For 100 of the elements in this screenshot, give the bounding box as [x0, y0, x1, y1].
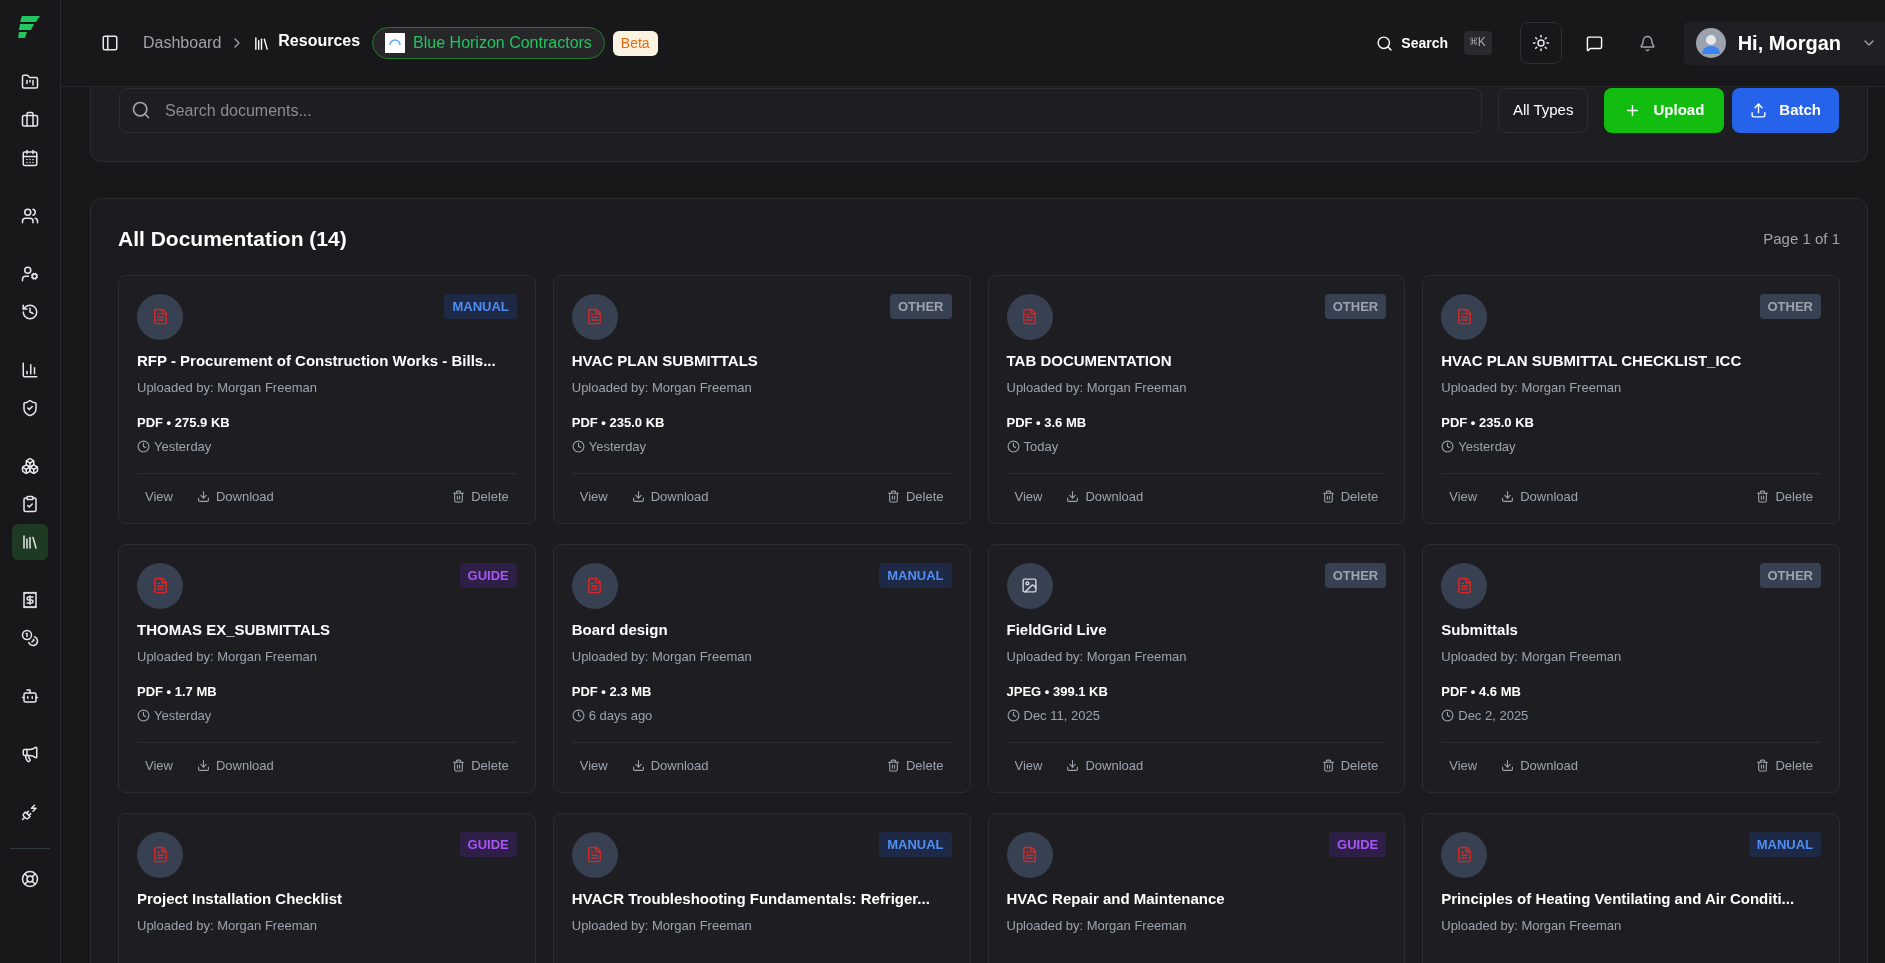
view-button[interactable]: View — [1441, 483, 1486, 511]
document-title[interactable]: FieldGrid Live — [1006, 618, 1387, 641]
delete-button[interactable]: Delete — [1748, 752, 1821, 780]
view-button[interactable]: View — [137, 483, 181, 511]
uploader-text: Uploaded by: Morgan Freeman — [1006, 378, 1188, 397]
document-title[interactable]: THOMAS EX_SUBMITTALS — [137, 618, 517, 641]
document-title[interactable]: HVAC PLAN SUBMITTAL CHECKLIST_ICC — [1441, 349, 1821, 372]
upload-date: Dec 2, 2025 — [1458, 706, 1529, 725]
category-tag: MANUAL — [879, 831, 952, 857]
delete-button[interactable]: Delete — [878, 752, 952, 780]
upload-date: Yesterday — [154, 437, 212, 456]
category-tag: OTHER — [1759, 562, 1821, 588]
type-filter-button[interactable]: All Types — [1497, 88, 1589, 133]
trash-icon — [1321, 490, 1335, 504]
megaphone-icon — [21, 745, 39, 763]
category-tag: OTHER — [1324, 562, 1387, 588]
view-button[interactable]: View — [1006, 752, 1051, 780]
view-button[interactable]: View — [137, 752, 181, 780]
uploader-text: Uploaded by: Morgan Freeman — [571, 647, 753, 666]
search-button[interactable]: Search — [1376, 32, 1448, 54]
delete-button[interactable]: Delete — [1313, 483, 1387, 511]
document-title[interactable]: TAB DOCUMENTATION — [1006, 349, 1387, 372]
upload-date: Today — [1023, 437, 1059, 456]
library-icon — [253, 34, 271, 52]
users-icon — [21, 207, 39, 225]
clock-icon — [137, 708, 150, 722]
file-meta: JPEG • 399.1 KB — [1006, 683, 1109, 701]
uploader-text: Uploaded by: Morgan Freeman — [1441, 378, 1623, 397]
view-button[interactable]: View — [571, 752, 616, 780]
document-title[interactable]: HVACR Troubleshooting Fundamentals: Refriger... — [571, 887, 952, 910]
section-title: All Documentation (14) — [118, 226, 347, 252]
page-indicator: Page 1 of 1 — [1763, 228, 1840, 249]
download-icon — [196, 759, 210, 773]
document-title[interactable]: Principles of Heating Ventilating and Air Conditi... — [1441, 887, 1821, 910]
bar-chart-icon — [21, 361, 39, 379]
download-icon — [631, 759, 645, 773]
document-title[interactable]: RFP - Procurement of Construction Works - Bills... — [137, 349, 517, 372]
document-icon — [1021, 846, 1038, 863]
document-title[interactable]: Board design — [571, 618, 952, 641]
folder-icon — [21, 73, 39, 91]
image-icon — [1021, 577, 1038, 594]
category-tag: OTHER — [1759, 293, 1821, 319]
library-icon — [21, 533, 39, 551]
company-logo-icon — [385, 33, 406, 53]
upload-icon — [1750, 102, 1768, 119]
document-title[interactable]: HVAC PLAN SUBMITTALS — [571, 349, 952, 372]
file-meta: PDF • 4.6 MB — [1441, 683, 1522, 701]
theme-toggle-button[interactable] — [1519, 22, 1562, 64]
breadcrumb-current: Resources — [278, 31, 361, 51]
document-icon — [586, 577, 604, 594]
clock-icon — [137, 439, 150, 453]
file-meta: PDF • 3.6 MB — [1006, 414, 1088, 432]
document-title[interactable]: HVAC Repair and Maintenance — [1006, 887, 1387, 910]
document-icon — [1455, 308, 1473, 325]
download-button[interactable]: Download — [1497, 483, 1583, 511]
search-field[interactable]: Search documents... — [119, 88, 1482, 133]
clipboard-check-icon — [21, 495, 39, 513]
download-button[interactable]: Download — [1497, 752, 1583, 780]
download-icon — [1501, 490, 1515, 504]
category-tag: GUIDE — [459, 831, 517, 857]
delete-button[interactable]: Delete — [1313, 752, 1387, 780]
search-icon — [131, 100, 151, 120]
trash-icon — [452, 490, 466, 504]
document-title[interactable]: Project Installation Checklist — [137, 887, 517, 910]
sidebar-item[interactable] — [12, 524, 48, 560]
uploader-text: Uploaded by: Morgan Freeman — [137, 916, 318, 935]
delete-button[interactable]: Delete — [878, 483, 952, 511]
download-button[interactable]: Download — [192, 483, 278, 511]
avatar-icon — [1695, 28, 1726, 58]
uploader-text: Uploaded by: Morgan Freeman — [1006, 916, 1188, 935]
view-button[interactable]: View — [571, 483, 616, 511]
category-tag: GUIDE — [459, 562, 517, 588]
delete-button[interactable]: Delete — [444, 752, 517, 780]
clock-icon — [571, 708, 585, 722]
download-button[interactable]: Download — [627, 752, 713, 780]
trash-icon — [1756, 759, 1770, 773]
download-icon — [1066, 759, 1080, 773]
boxes-icon — [21, 457, 39, 475]
delete-button[interactable]: Delete — [1748, 483, 1821, 511]
user-menu-button[interactable]: Hi, Morgan — [1683, 21, 1885, 65]
document-icon — [151, 308, 169, 325]
clock-icon — [1441, 708, 1455, 722]
download-button[interactable]: Download — [192, 752, 278, 780]
download-button[interactable]: Download — [627, 483, 713, 511]
uploader-text: Uploaded by: Morgan Freeman — [137, 378, 318, 397]
coins-icon — [21, 629, 39, 647]
download-button[interactable]: Download — [1062, 483, 1148, 511]
download-button[interactable]: Download — [1062, 752, 1148, 780]
view-button[interactable]: View — [1006, 483, 1051, 511]
delete-button[interactable]: Delete — [444, 483, 517, 511]
document-title[interactable]: Submittals — [1441, 618, 1821, 641]
breadcrumb-link[interactable]: Dashboard — [143, 31, 222, 55]
download-icon — [196, 490, 210, 504]
trash-icon — [452, 759, 466, 773]
view-button[interactable]: View — [1441, 752, 1486, 780]
batch-button[interactable]: Batch — [1732, 88, 1839, 133]
uploader-text: Uploaded by: Morgan Freeman — [137, 647, 318, 666]
company-pill[interactable]: Blue Horizon Contractors — [372, 27, 605, 59]
download-icon — [1066, 490, 1080, 504]
upload-date: Yesterday — [154, 706, 212, 725]
